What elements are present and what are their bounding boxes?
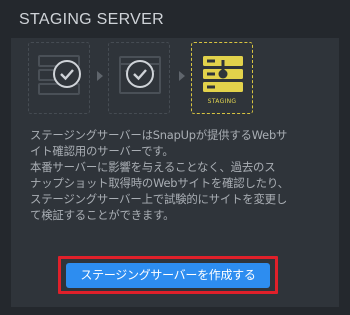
step-staging: STAGING [191, 42, 253, 114]
arrow-icon [179, 71, 185, 81]
step-indicator: STAGING [28, 42, 328, 117]
browser-done-icon [119, 56, 161, 94]
create-staging-server-button[interactable]: ステージングサーバーを作成する [66, 263, 270, 288]
arrow-icon [97, 71, 103, 81]
step-snapshot [108, 42, 170, 114]
page-title: STAGING SERVER [19, 11, 164, 28]
step-backup [28, 42, 90, 114]
staging-description: ステージングサーバーはSnapUpが提供するWebサ イト確認用のサーバーです。… [30, 128, 289, 222]
server-done-icon [38, 55, 81, 95]
step-label-staging: STAGING [207, 98, 237, 105]
